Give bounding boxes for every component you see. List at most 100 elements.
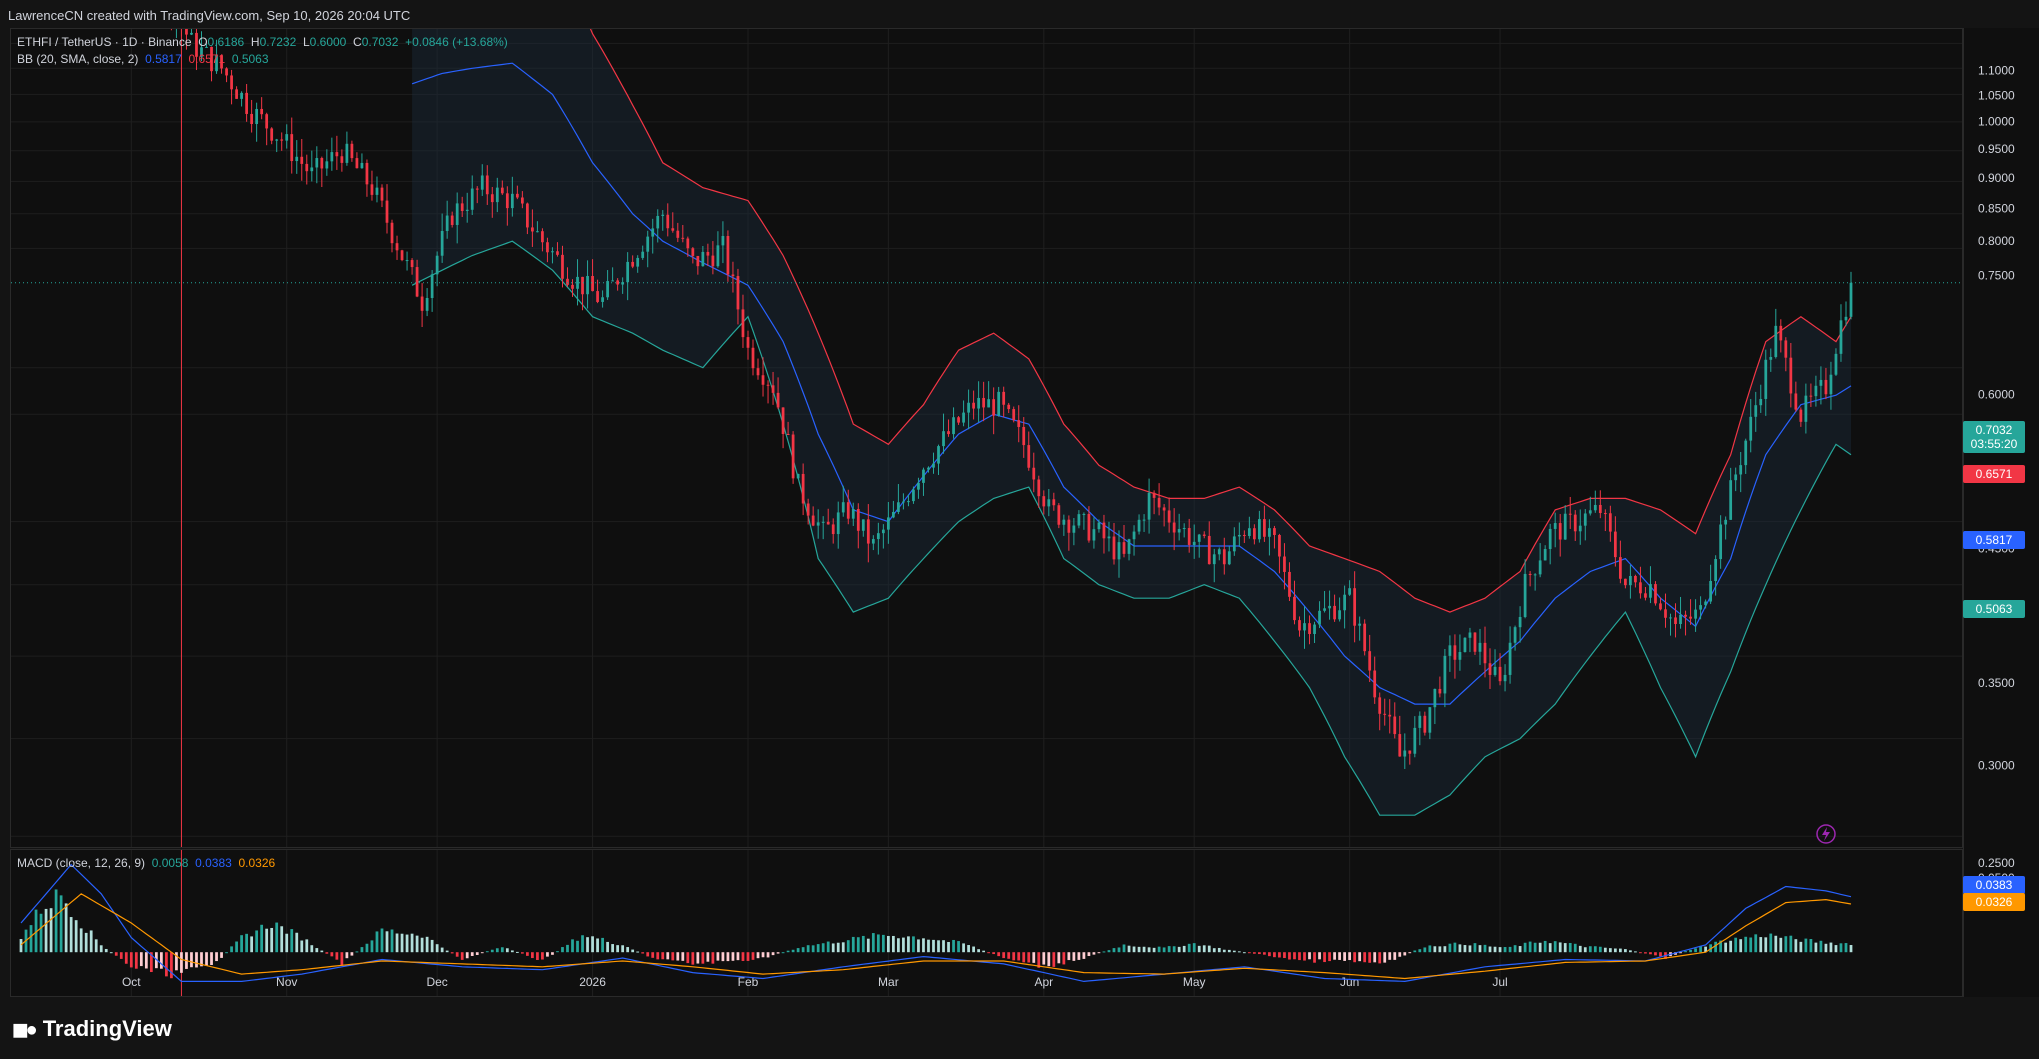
macd-histogram-bar <box>99 945 103 953</box>
macd-histogram-bar <box>1518 946 1522 953</box>
candle-body <box>1167 510 1171 523</box>
ohlc-legend: ETHFI / TetherUS · 1D · Binance O0.6186 … <box>17 35 508 49</box>
candle-body <box>907 501 910 503</box>
candle-body <box>440 230 444 256</box>
macd-histogram-bar <box>1247 952 1251 954</box>
candle-body <box>1057 505 1061 525</box>
price-chart[interactable] <box>11 29 1962 847</box>
price-tick-label: 0.6000 <box>1978 388 2015 402</box>
candle-body <box>1037 479 1041 497</box>
macd-histogram-bar <box>295 932 299 953</box>
macd-histogram-bar <box>1022 952 1026 963</box>
candle-body <box>1598 504 1602 514</box>
candle-body <box>681 237 685 239</box>
macd-histogram-bar <box>415 935 419 953</box>
candle-body <box>841 502 845 513</box>
candle-body <box>460 203 464 211</box>
macd-histogram-bar <box>1463 945 1467 953</box>
macd-histogram-bar <box>139 952 143 967</box>
candle-body <box>1473 632 1477 652</box>
macd-histogram-bar <box>1323 952 1326 963</box>
candle-body <box>1664 609 1667 618</box>
candle-body <box>400 250 404 261</box>
candle-body <box>1784 340 1788 358</box>
macd-histogram-bar <box>1252 952 1256 954</box>
macd-histogram-bar <box>500 947 504 953</box>
macd-line-badge: 0.0383 <box>1963 876 2025 894</box>
candle-body <box>801 473 805 504</box>
macd-histogram-bar <box>866 938 870 953</box>
candle-body <box>335 152 339 157</box>
candle-body <box>912 489 915 502</box>
candle-body <box>390 222 394 244</box>
macd-histogram-bar <box>230 946 233 953</box>
macd-histogram-bar <box>746 952 750 961</box>
candle-body <box>646 236 650 252</box>
macd-histogram-bar <box>405 934 409 953</box>
candle-body <box>1689 616 1692 619</box>
macd-histogram-bar <box>1398 952 1402 957</box>
candle-body <box>927 467 930 470</box>
candle-body <box>1428 707 1432 733</box>
candle-body <box>1714 559 1718 582</box>
candle-body <box>1528 573 1532 576</box>
candle-body <box>761 375 765 385</box>
candle-body <box>721 236 725 246</box>
bb-legend[interactable]: BB (20, SMA, close, 2) 0.5817 0.6571 0.5… <box>17 52 269 66</box>
candle-body <box>375 187 379 195</box>
price-pane[interactable]: ETHFI / TetherUS · 1D · Binance O0.6186 … <box>10 28 1963 848</box>
macd-histogram-bar <box>355 951 359 953</box>
macd-histogram-bar <box>124 952 128 964</box>
candle-body <box>515 193 519 198</box>
candle-body <box>1824 379 1828 395</box>
candle-body <box>1558 523 1562 540</box>
macd-histogram-bar <box>1744 936 1748 953</box>
macd-signal-badge: 0.0326 <box>1963 893 2025 911</box>
tradingview-logo[interactable]: ◼● TradingView <box>12 1016 172 1042</box>
candle-body <box>897 502 900 512</box>
candle-body <box>741 309 745 338</box>
macd-histogram-bar <box>626 947 630 953</box>
macd-histogram-bar <box>1483 944 1487 953</box>
candle-body <box>1563 513 1567 540</box>
macd-histogram-bar <box>1714 941 1718 953</box>
macd-histogram-bar <box>310 945 314 953</box>
macd-histogram-bar <box>1358 952 1362 962</box>
candle-body <box>1839 320 1843 354</box>
candle-body <box>1483 642 1487 664</box>
macd-histogram-bar <box>39 913 43 953</box>
macd-histogram-bar <box>651 952 655 958</box>
candle-body <box>405 260 409 262</box>
candle-body <box>1634 575 1637 583</box>
candle-body <box>902 501 905 503</box>
macd-histogram-bar <box>1779 937 1783 953</box>
legend-symbol: ETHFI / TetherUS · 1D · Binance <box>17 35 192 49</box>
candle-body <box>1137 519 1141 532</box>
macd-histogram-bar <box>285 933 289 953</box>
candle-body <box>556 251 559 255</box>
candle-body <box>1819 379 1823 386</box>
candle-body <box>1418 715 1422 728</box>
macd-histogram-bar <box>515 951 519 953</box>
macd-legend[interactable]: MACD (close, 12, 26, 9) 0.0058 0.0383 0.… <box>17 856 275 870</box>
macd-pane[interactable]: Oct Nov Dec 2026 Feb Mar Apr May Jun Jul MACD (cl… <box>10 849 1963 997</box>
candle-body <box>455 203 459 225</box>
candle-body <box>876 533 880 540</box>
lightning-bolt-icon[interactable] <box>1815 823 1837 845</box>
candle-body <box>1162 507 1166 511</box>
price-axis-ticks: 1.1000 1.0500 1.0000 0.9500 0.9000 0.8500 0.80… <box>1978 63 2015 885</box>
macd-histogram-bar <box>465 952 469 959</box>
candle-body <box>425 298 429 311</box>
candle-body <box>1573 514 1577 532</box>
candle-body <box>937 446 940 464</box>
macd-histogram-bar <box>1403 952 1407 956</box>
macd-histogram-bar <box>1834 945 1838 953</box>
candle-body <box>1222 549 1226 565</box>
macd-histogram-bar <box>370 940 374 953</box>
price-axis[interactable]: 1.1000 1.0500 1.0000 0.9500 0.9000 0.8500 0.80… <box>1963 28 2039 997</box>
candle-body <box>1232 536 1236 552</box>
candle-body <box>1358 623 1362 626</box>
macd-histogram-bar <box>74 920 78 953</box>
macd-chart[interactable]: Oct Nov Dec 2026 Feb Mar Apr May Jun Jul <box>11 850 1962 996</box>
candle-body <box>746 337 750 348</box>
